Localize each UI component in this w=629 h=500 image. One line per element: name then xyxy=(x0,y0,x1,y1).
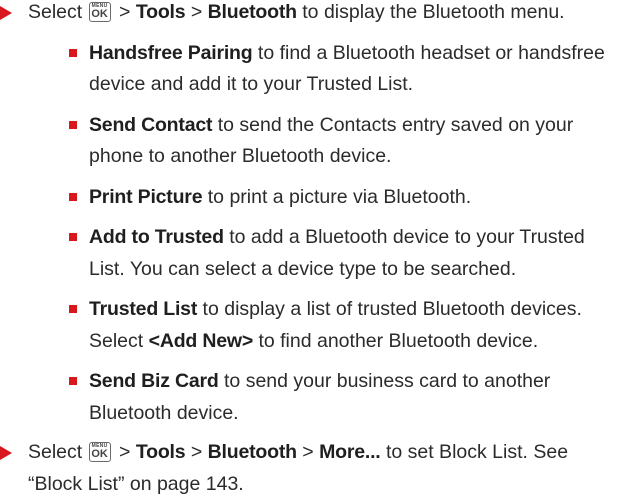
item-term-add-new: <Add New> xyxy=(148,329,254,352)
step2-more: More... xyxy=(319,441,381,463)
step1-separator-2: > xyxy=(185,1,208,23)
step2-bluetooth: Bluetooth xyxy=(207,441,297,463)
list-item-send-contact: Send Contact to send the Contacts entry … xyxy=(0,110,629,173)
step2-tools: Tools xyxy=(135,441,186,463)
item-description-2: to find another Bluetooth device. xyxy=(253,329,539,352)
item-term: Send Contact xyxy=(89,113,213,136)
key-icon-bottom-label: OK xyxy=(91,8,108,20)
arrow-bullet-icon xyxy=(0,446,12,460)
item-term: Print Picture xyxy=(89,185,203,208)
menu-ok-key-icon: MENU OK xyxy=(88,2,111,22)
item-description: to print a picture via Bluetooth. xyxy=(202,185,472,208)
bluetooth-options-list: Handsfree Pairing to find a Bluetooth he… xyxy=(0,38,629,430)
square-bullet-icon xyxy=(69,48,77,57)
list-item-add-to-trusted: Add to Trusted to add a Bluetooth device… xyxy=(0,222,629,285)
step1-bluetooth: Bluetooth xyxy=(207,1,297,23)
item-term: Trusted List xyxy=(89,298,198,320)
step1-tools: Tools xyxy=(135,1,186,23)
item-term: Add to Trusted xyxy=(89,226,224,248)
list-item-handsfree-pairing: Handsfree Pairing to find a Bluetooth he… xyxy=(0,38,629,101)
step-select-bluetooth-menu: Select MENU OK > Tools > Bluetooth to dis… xyxy=(0,0,629,29)
menu-ok-key-icon: MENU OK xyxy=(88,442,111,462)
square-bullet-icon xyxy=(69,192,77,201)
step2-separator-3: > xyxy=(296,441,320,463)
item-term: Handsfree Pairing xyxy=(89,41,253,64)
item-term: Send Biz Card xyxy=(89,370,219,392)
key-icon-bottom-label: OK xyxy=(91,448,108,460)
step1-select: Select xyxy=(28,1,83,23)
document-page: Select MENU OK > Tools > Bluetooth to dis… xyxy=(0,0,629,495)
step-select-bluetooth-more: Select MENU OK > Tools > Bluetooth > More… xyxy=(0,437,629,500)
square-bullet-icon xyxy=(69,305,77,313)
square-bullet-icon xyxy=(69,377,77,385)
step2-separator-1: > xyxy=(113,441,136,463)
step2-select: Select xyxy=(28,441,83,463)
list-item-trusted-list: Trusted List to display a list of truste… xyxy=(0,294,629,357)
square-bullet-icon xyxy=(69,233,77,241)
list-item-send-biz-card: Send Biz Card to send your business card… xyxy=(0,366,629,429)
step1-description: to display the Bluetooth menu. xyxy=(296,1,565,23)
step1-separator-1: > xyxy=(113,1,136,23)
list-item-print-picture: Print Picture to print a picture via Blu… xyxy=(0,182,629,214)
arrow-bullet-icon xyxy=(0,6,12,20)
square-bullet-icon xyxy=(69,120,77,129)
step2-separator-2: > xyxy=(185,441,208,463)
